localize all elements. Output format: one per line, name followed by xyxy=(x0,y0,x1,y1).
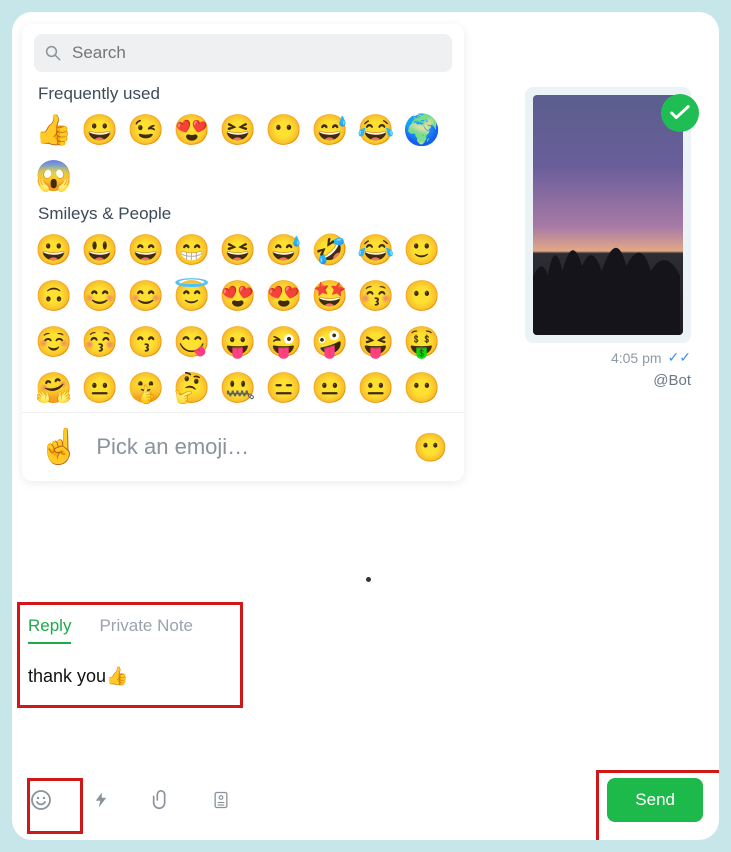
emoji-item[interactable]: 🌍 xyxy=(402,110,442,150)
picker-prompt: Pick an emoji… xyxy=(96,434,397,460)
emoji-item[interactable]: 😐 xyxy=(310,368,350,408)
brand-check-icon xyxy=(669,102,691,124)
emoji-item[interactable]: 🤫 xyxy=(126,368,166,408)
emoji-item[interactable]: 😝 xyxy=(356,322,396,362)
emoji-search-row xyxy=(22,24,464,80)
emoji-item[interactable]: 🙂 xyxy=(402,230,442,270)
emoji-item[interactable]: 😃 xyxy=(80,230,120,270)
compose-input[interactable]: thank you👍 xyxy=(20,644,711,691)
emoji-item[interactable]: 😜 xyxy=(264,322,304,362)
emoji-item[interactable]: 😄 xyxy=(126,230,166,270)
emoji-item[interactable]: 😙 xyxy=(126,322,166,362)
emoji-item[interactable]: 😚 xyxy=(356,276,396,316)
emoji-item[interactable]: 🤩 xyxy=(310,276,350,316)
emoji-item[interactable]: 🙃 xyxy=(34,276,74,316)
send-button[interactable]: Send xyxy=(607,778,703,822)
emoji-item[interactable]: 😍 xyxy=(172,110,212,150)
pointer-icon: ☝️ xyxy=(38,427,80,467)
emoji-item[interactable]: 😊 xyxy=(80,276,120,316)
emoji-button[interactable] xyxy=(28,787,54,813)
section-smileys: Smileys & People xyxy=(22,200,464,226)
emoji-item[interactable]: 🤗 xyxy=(34,368,74,408)
search-icon xyxy=(44,44,62,62)
emoji-item[interactable]: 😐 xyxy=(356,368,396,408)
emoji-item[interactable]: 😆 xyxy=(218,230,258,270)
emoji-item[interactable]: 🤑 xyxy=(402,322,442,362)
emoji-item[interactable]: 🤔 xyxy=(172,368,212,408)
emoji-item[interactable]: 😶 xyxy=(402,368,442,408)
emoji-item[interactable]: 😉 xyxy=(126,110,166,150)
smiley-icon xyxy=(29,788,53,812)
emoji-picker-footer: ☝️ Pick an emoji… 😶 xyxy=(22,412,464,481)
emoji-item[interactable]: 😍 xyxy=(218,276,258,316)
emoji-item[interactable]: 😚 xyxy=(80,322,120,362)
image-silhouette xyxy=(533,227,680,335)
emoji-item[interactable]: 😇 xyxy=(172,276,212,316)
emoji-item[interactable]: 🤣 xyxy=(310,230,350,270)
chat-window: 4:05 pm ✓✓ @Bot Frequently used 👍😀😉😍😆😶😅😂… xyxy=(12,12,719,840)
compose-toolbar: Send xyxy=(28,778,703,822)
emoji-item[interactable]: 😱 xyxy=(34,156,74,196)
emoji-item[interactable]: 😐 xyxy=(80,368,120,408)
emoji-item[interactable]: 😋 xyxy=(172,322,212,362)
compose-area: Reply Private Note thank you👍 xyxy=(20,608,711,832)
emoji-item[interactable]: 😶 xyxy=(264,110,304,150)
emoji-picker: Frequently used 👍😀😉😍😆😶😅😂🌍😱 Smileys & Peo… xyxy=(22,24,464,481)
message-author: @Bot xyxy=(653,372,691,389)
emoji-item[interactable]: 😆 xyxy=(218,110,258,150)
section-frequent: Frequently used xyxy=(22,80,464,106)
recorder-icon xyxy=(211,790,231,810)
quick-reply-button[interactable] xyxy=(88,787,114,813)
message-time: 4:05 pm xyxy=(611,350,662,366)
tab-private-note[interactable]: Private Note xyxy=(99,616,193,644)
bolt-icon xyxy=(92,789,110,811)
picker-sample-emoji: 😶 xyxy=(413,431,448,464)
emoji-item[interactable]: 😅 xyxy=(310,110,350,150)
emoji-item[interactable]: ☺️ xyxy=(34,322,74,362)
paperclip-icon xyxy=(150,789,172,811)
outgoing-message: 4:05 pm ✓✓ @Bot xyxy=(525,87,691,389)
emoji-item[interactable]: 😀 xyxy=(34,230,74,270)
emoji-item[interactable]: 😑 xyxy=(264,368,304,408)
compose-tabs: Reply Private Note xyxy=(20,608,711,644)
frequent-grid: 👍😀😉😍😆😶😅😂🌍 😱 xyxy=(22,106,464,200)
emoji-item[interactable]: 😅 xyxy=(264,230,304,270)
emoji-item[interactable]: 😍 xyxy=(264,276,304,316)
emoji-item[interactable]: 😀 xyxy=(80,110,120,150)
emoji-item[interactable]: 😶 xyxy=(402,276,442,316)
emoji-item[interactable]: 🤪 xyxy=(310,322,350,362)
typing-dot xyxy=(366,577,371,582)
emoji-item[interactable]: 👍 xyxy=(34,110,74,150)
brand-badge xyxy=(661,94,699,132)
emoji-search-input[interactable] xyxy=(70,42,442,64)
attach-button[interactable] xyxy=(148,787,174,813)
emoji-item[interactable]: 😁 xyxy=(172,230,212,270)
emoji-item[interactable]: 😂 xyxy=(356,110,396,150)
tab-reply[interactable]: Reply xyxy=(28,616,71,644)
read-receipt-icon: ✓✓ xyxy=(668,349,691,366)
smileys-grid: 😀😃😄😁😆😅🤣😂🙂🙃😊😊😇😍😍🤩😚😶☺️😚😙😋😛😜🤪😝🤑🤗😐🤫🤔🤐😑😐😐😶 xyxy=(22,226,464,412)
message-meta: 4:05 pm ✓✓ xyxy=(611,349,691,366)
emoji-item[interactable]: 🤐 xyxy=(218,368,258,408)
recorder-button[interactable] xyxy=(208,787,234,813)
emoji-item[interactable]: 😛 xyxy=(218,322,258,362)
attached-image xyxy=(533,95,683,335)
emoji-item[interactable]: 😂 xyxy=(356,230,396,270)
emoji-search-box[interactable] xyxy=(34,34,452,72)
emoji-item[interactable]: 😊 xyxy=(126,276,166,316)
